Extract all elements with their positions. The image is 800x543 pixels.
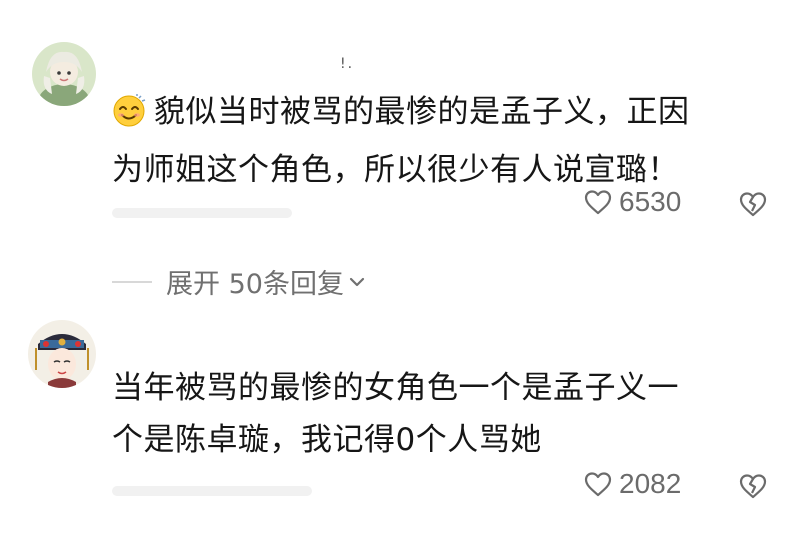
comment-line-1: 当年被骂的最惨的女角色一个是孟子义一 [112,370,679,406]
dislike-button[interactable] [737,189,769,223]
comment-meta [112,486,312,496]
username[interactable]: !. [340,56,354,72]
like-count: 6530 [619,186,682,217]
like-count: 2082 [619,468,682,499]
comment-line-2: 个是陈卓璇，我记得0个人骂她 [112,422,542,458]
smiling-face-emoji [112,92,146,144]
comment-text[interactable]: 貌似当时被骂的最惨的是孟子义，正因 为师姐这个角色，所以很少有人说宣璐！ [112,86,782,196]
comment-meta [112,208,292,218]
heart-icon [584,472,612,497]
divider-line [112,280,152,283]
comment-line-2: 为师姐这个角色，所以很少有人说宣璐！ [112,152,679,188]
broken-heart-icon [739,192,767,217]
chevron-down-icon [349,277,365,286]
avatar[interactable] [32,42,96,106]
expand-replies-button[interactable]: 展开 50条回复 [112,262,366,301]
comment-text[interactable]: 当年被骂的最惨的女角色一个是孟子义一 个是陈卓璇，我记得0个人骂她 [112,362,782,466]
heart-icon [584,190,612,215]
broken-heart-icon [739,474,767,499]
comment-line-1: 貌似当时被骂的最惨的是孟子义，正因 [154,94,690,130]
avatar[interactable] [28,320,96,388]
like-button[interactable]: 2082 [583,468,681,500]
like-button[interactable]: 6530 [583,186,681,218]
dislike-button[interactable] [737,471,769,505]
expand-replies-label: 展开 50条回复 [166,269,344,300]
